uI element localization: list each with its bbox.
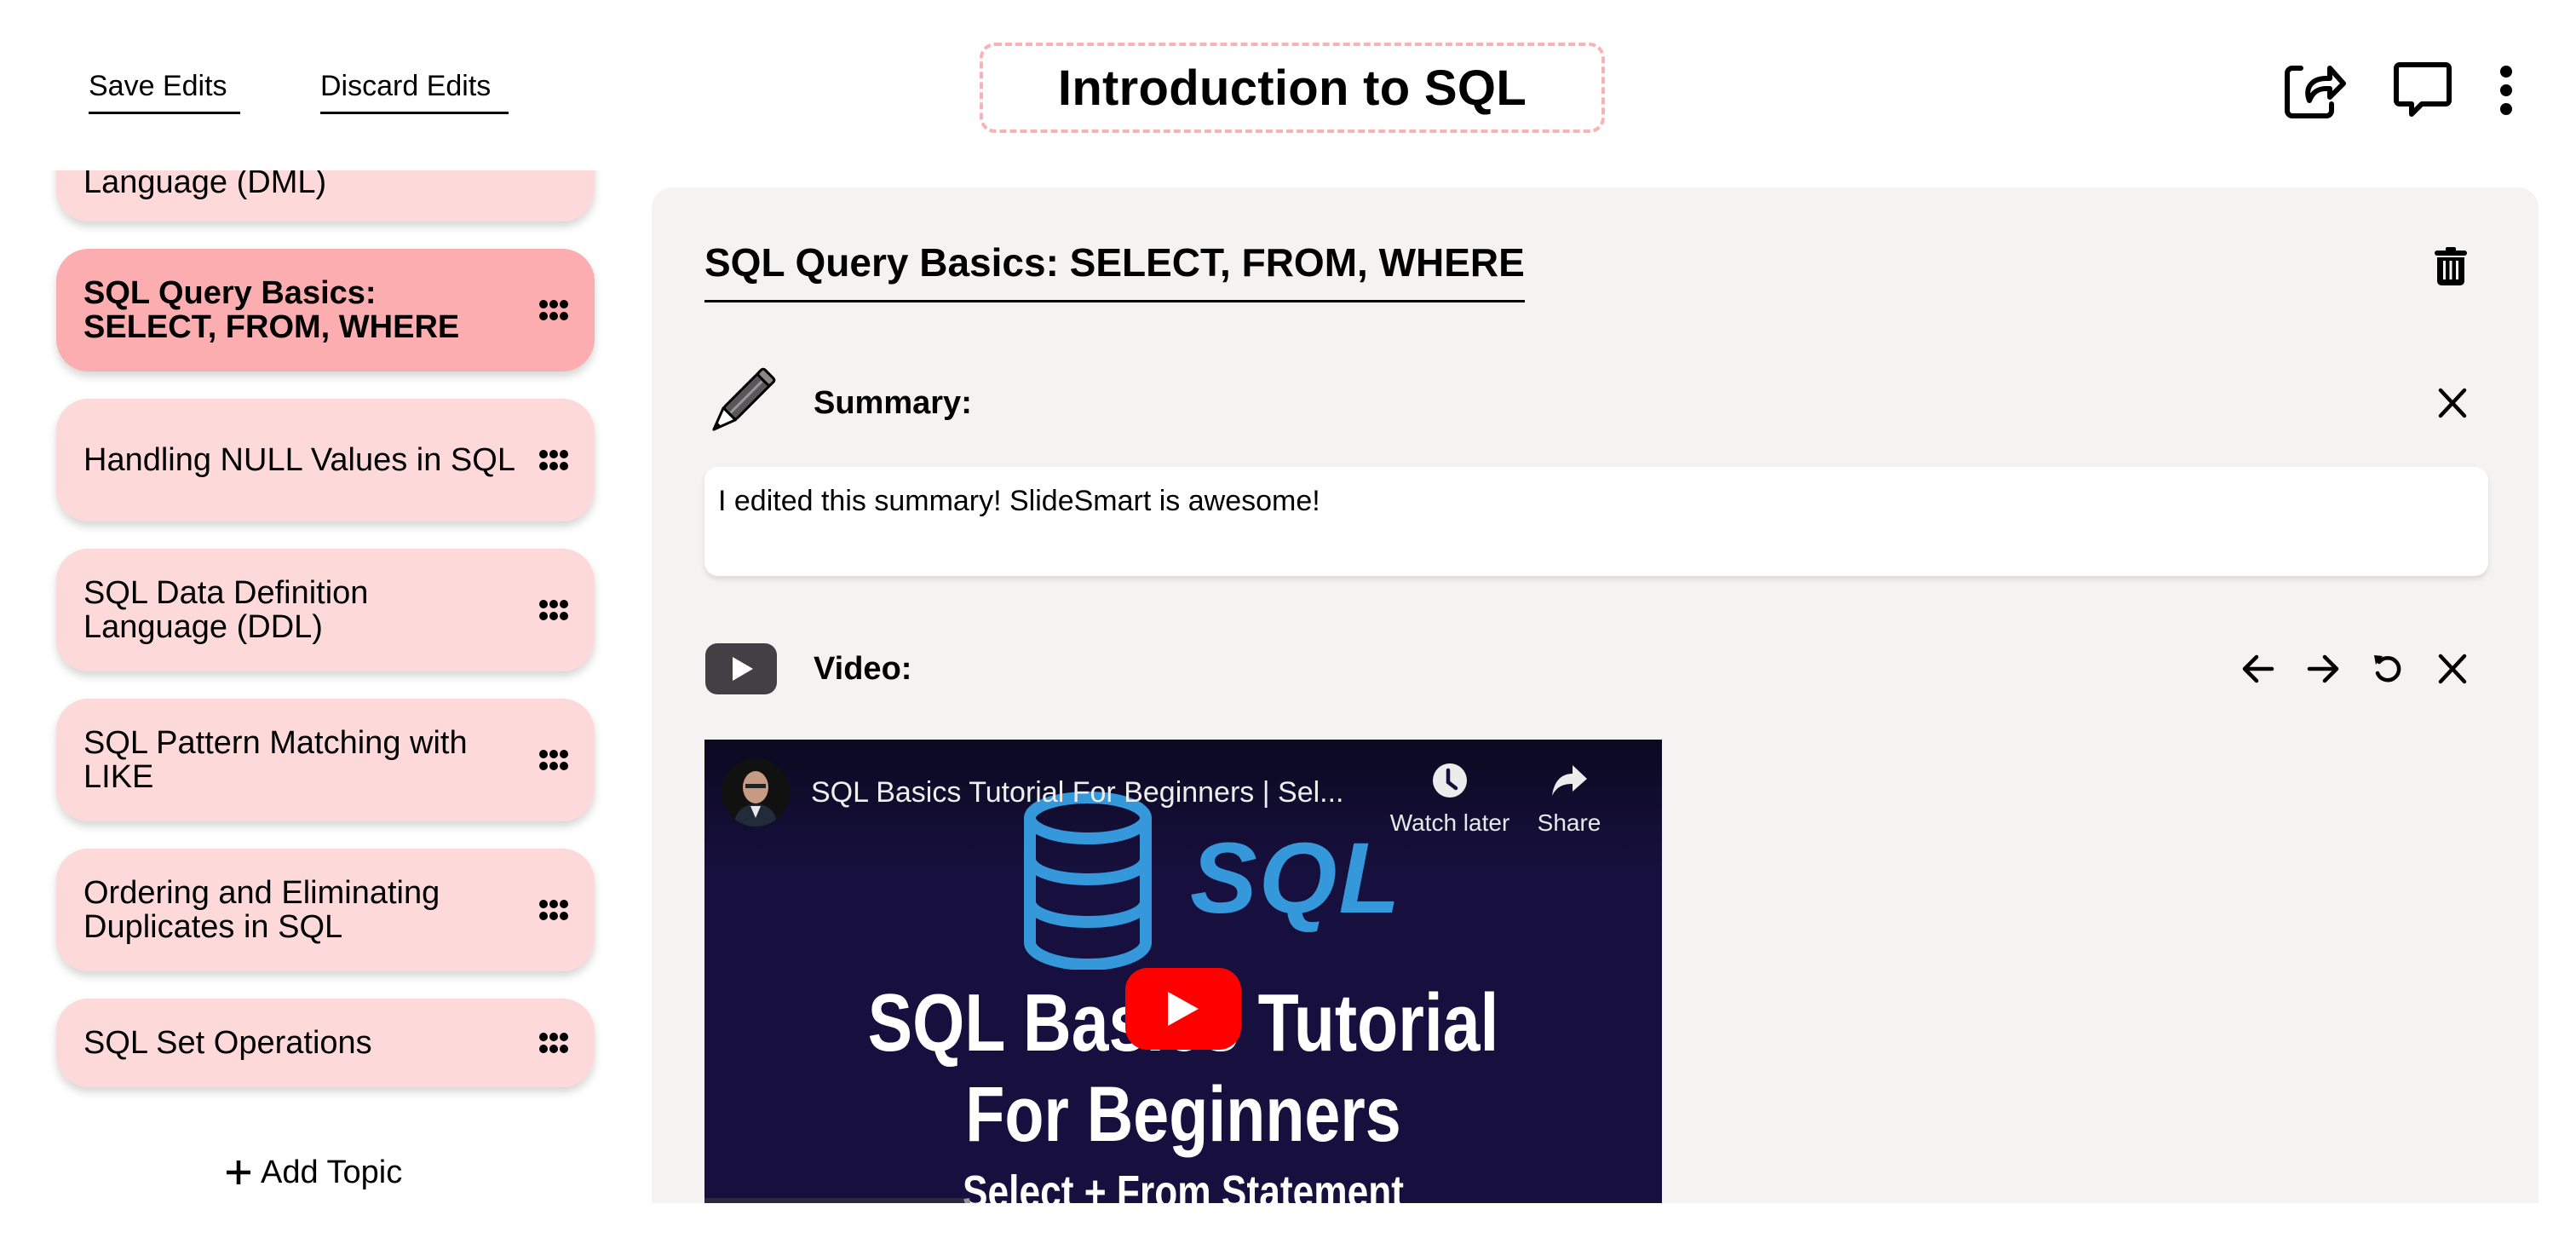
trash-icon (2435, 247, 2467, 285)
youtube-video-player[interactable]: SQL SQL Basics Tutorial For Beginners | … (704, 740, 1662, 1203)
topic-label: Ordering and Eliminating Duplicates in S… (83, 875, 440, 945)
close-icon (2438, 388, 2467, 418)
drag-handle-icon[interactable] (538, 449, 569, 471)
delete-topic-button[interactable] (2434, 247, 2476, 295)
previous-video-button[interactable] (2238, 648, 2279, 689)
share-icon (2285, 66, 2346, 118)
close-video-button[interactable] (2432, 648, 2473, 689)
close-summary-button[interactable] (2432, 383, 2473, 423)
video-label: Video: (814, 650, 912, 687)
video-section-header: Video: (704, 631, 2485, 707)
topic-sidebar: Language (DML) SQL Query Basics: SELECT,… (0, 170, 647, 1203)
topic-label: SQL Query Basics: SELECT, FROM, WHERE (83, 275, 460, 345)
topic-label: SQL Data Definition Language (DDL) (83, 575, 369, 645)
close-icon (2438, 654, 2467, 684)
topic-list: Language (DML) SQL Query Basics: SELECT,… (56, 170, 595, 1114)
topic-item[interactable]: Ordering and Eliminating Duplicates in S… (56, 849, 595, 971)
topic-label: Handling NULL Values in SQL (83, 442, 515, 478)
topic-label: SQL Set Operations (83, 1025, 372, 1061)
watch-later-label: Watch later (1389, 809, 1510, 836)
video-title[interactable]: SQL Basics Tutorial For Beginners | Sel.… (811, 774, 1344, 811)
plus-icon (227, 1160, 250, 1184)
summary-text-area[interactable]: I edited this summary! SlideSmart is awe… (704, 467, 2488, 576)
drag-handle-icon[interactable] (538, 1032, 569, 1054)
topic-item[interactable]: SQL Data Definition Language (DDL) (56, 549, 595, 671)
database-icon (1024, 792, 1152, 971)
topic-item[interactable]: Language (DML) (56, 170, 595, 222)
pencil-icon (712, 367, 776, 431)
topic-editor-panel: SQL Query Basics: SELECT, FROM, WHERE Su… (652, 187, 2539, 1203)
more-vertical-icon (2500, 66, 2512, 115)
sql-logo-text: SQL (1190, 822, 1402, 935)
summary-section-header: Summary: (704, 365, 2485, 441)
play-icon (1168, 992, 1199, 1026)
drag-handle-icon[interactable] (538, 899, 569, 921)
presentation-title: Introduction to SQL (1057, 60, 1527, 116)
video-progress-strip (704, 1198, 970, 1203)
sql-logo (1020, 791, 1190, 974)
topic-item[interactable]: SQL Set Operations (56, 999, 595, 1087)
thumbnail-title-line2: For Beginners (965, 1071, 1401, 1158)
save-edits-button[interactable]: Save Edits (89, 60, 240, 114)
share-button[interactable] (2281, 56, 2349, 124)
topic-item-active[interactable]: SQL Query Basics: SELECT, FROM, WHERE (56, 249, 595, 371)
topic-title[interactable]: SQL Query Basics: SELECT, FROM, WHERE (704, 237, 1525, 302)
channel-avatar[interactable] (722, 758, 790, 826)
refresh-video-button[interactable] (2367, 648, 2408, 689)
share-arrow-icon (1552, 765, 1587, 796)
topic-label: SQL Pattern Matching with LIKE (83, 725, 468, 795)
drag-handle-icon[interactable] (538, 299, 569, 321)
arrow-left-icon (2242, 654, 2274, 683)
watch-later-button[interactable]: Watch later (1386, 758, 1514, 837)
drag-handle-icon[interactable] (538, 749, 569, 771)
next-video-button[interactable] (2303, 648, 2343, 689)
person-avatar-icon (722, 758, 790, 826)
arrow-right-icon (2307, 654, 2339, 683)
discard-edits-button[interactable]: Discard Edits (320, 60, 509, 114)
comment-icon (2394, 62, 2452, 117)
comment-button[interactable] (2389, 56, 2457, 124)
refresh-icon (2374, 655, 2401, 682)
play-button[interactable] (1125, 968, 1241, 1050)
youtube-icon (705, 643, 777, 694)
top-bar: Save Edits Discard Edits Introduction to… (0, 0, 2576, 170)
more-options-button[interactable] (2481, 56, 2532, 124)
topic-item[interactable]: Handling NULL Values in SQL (56, 399, 595, 521)
presentation-title-field[interactable]: Introduction to SQL (980, 43, 1605, 133)
video-share-button[interactable]: Share (1522, 758, 1616, 837)
add-topic-label: Add Topic (261, 1155, 403, 1190)
add-topic-button[interactable]: Add Topic (225, 1152, 402, 1193)
topic-label: Language (DML) (83, 170, 327, 200)
share-label: Share (1537, 809, 1601, 836)
topic-item[interactable]: SQL Pattern Matching with LIKE (56, 699, 595, 821)
drag-handle-icon[interactable] (538, 599, 569, 621)
summary-label: Summary: (814, 384, 972, 421)
clock-icon (1433, 763, 1467, 798)
